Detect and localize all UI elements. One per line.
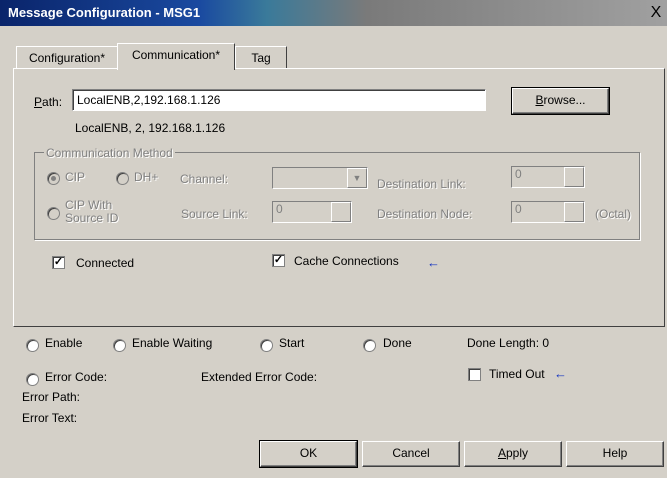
radio-cip-source-label: CIP With Source ID bbox=[65, 199, 118, 225]
source-link-spinner[interactable] bbox=[331, 202, 351, 222]
radio-dhplus-label: DH+ bbox=[134, 170, 159, 184]
error-path-label: Error Path: bbox=[22, 390, 81, 404]
communication-method-label: Communication Method bbox=[44, 146, 175, 160]
timed-out-label: Timed Out bbox=[489, 367, 545, 381]
radio-cip-label: CIP bbox=[65, 170, 86, 184]
start-indicator bbox=[260, 339, 273, 352]
checkmark-icon: ✓ bbox=[53, 256, 64, 268]
radio-cip[interactable] bbox=[47, 172, 60, 185]
error-code-indicator bbox=[26, 373, 39, 386]
enable-waiting-label: Enable Waiting bbox=[132, 336, 213, 350]
source-link-value: 0 bbox=[276, 202, 283, 216]
destination-node-spinner[interactable] bbox=[564, 202, 584, 222]
cancel-button[interactable]: Cancel bbox=[362, 441, 460, 467]
help-button[interactable]: Help bbox=[566, 441, 664, 467]
destination-node-label: Destination Node: bbox=[377, 207, 473, 221]
destination-node-value: 0 bbox=[515, 202, 522, 216]
window-title: Message Configuration - MSG1 bbox=[8, 5, 201, 20]
chevron-down-icon[interactable]: ▼ bbox=[347, 168, 367, 188]
path-value: LocalENB,2,192.168.1.126 bbox=[77, 93, 221, 107]
tab-label: Communication* bbox=[131, 48, 221, 62]
start-label: Start bbox=[279, 336, 305, 350]
browse-button[interactable]: Browse... bbox=[512, 88, 609, 114]
checkmark-icon: ✓ bbox=[273, 254, 284, 266]
timed-out-checkbox[interactable] bbox=[468, 368, 481, 381]
extended-error-code-label: Extended Error Code: bbox=[201, 370, 318, 384]
tab-label: Configuration* bbox=[28, 51, 106, 65]
connected-label: Connected bbox=[76, 256, 135, 270]
connected-checkbox[interactable]: ✓ bbox=[52, 256, 65, 269]
octal-label: (Octal) bbox=[595, 207, 631, 221]
enable-label: Enable bbox=[45, 336, 83, 350]
destination-link-spinner[interactable] bbox=[564, 167, 584, 187]
radio-cip-source-id[interactable] bbox=[47, 207, 60, 220]
apply-button[interactable]: Apply bbox=[464, 441, 562, 467]
done-length: Done Length: 0 bbox=[467, 336, 550, 350]
left-arrow-icon: ← bbox=[554, 366, 567, 381]
ok-button[interactable]: OK bbox=[260, 441, 357, 467]
tab-label: Tag bbox=[251, 51, 271, 65]
enable-indicator bbox=[26, 339, 39, 352]
path-label: Path: bbox=[34, 95, 63, 109]
error-text-label: Error Text: bbox=[22, 411, 78, 425]
enable-waiting-indicator bbox=[113, 339, 126, 352]
radio-dhplus[interactable] bbox=[116, 172, 129, 185]
path-input[interactable]: LocalENB,2,192.168.1.126 bbox=[72, 89, 486, 111]
close-icon[interactable]: X bbox=[647, 4, 665, 22]
done-label: Done bbox=[383, 336, 412, 350]
cache-connections-checkbox[interactable]: ✓ bbox=[272, 254, 285, 267]
left-arrow-icon: ← bbox=[427, 255, 440, 270]
cache-connections-label: Cache Connections bbox=[294, 254, 399, 268]
browse-button-frame: Browse... bbox=[511, 87, 610, 115]
destination-link-label: Destination Link: bbox=[377, 177, 466, 191]
source-link-label: Source Link: bbox=[181, 207, 248, 221]
done-indicator bbox=[363, 339, 376, 352]
tab-tag[interactable]: Tag bbox=[235, 46, 287, 69]
tab-communication[interactable]: Communication* bbox=[117, 43, 235, 70]
destination-link-value: 0 bbox=[515, 167, 522, 181]
ok-button-frame: OK bbox=[259, 440, 358, 468]
error-code-label: Error Code: bbox=[45, 370, 108, 384]
radio-cip-source-line2: Source ID bbox=[65, 211, 119, 225]
path-resolved: LocalENB, 2, 192.168.1.126 bbox=[75, 121, 226, 135]
tab-configuration[interactable]: Configuration* bbox=[16, 46, 118, 69]
channel-label: Channel: bbox=[180, 172, 229, 186]
